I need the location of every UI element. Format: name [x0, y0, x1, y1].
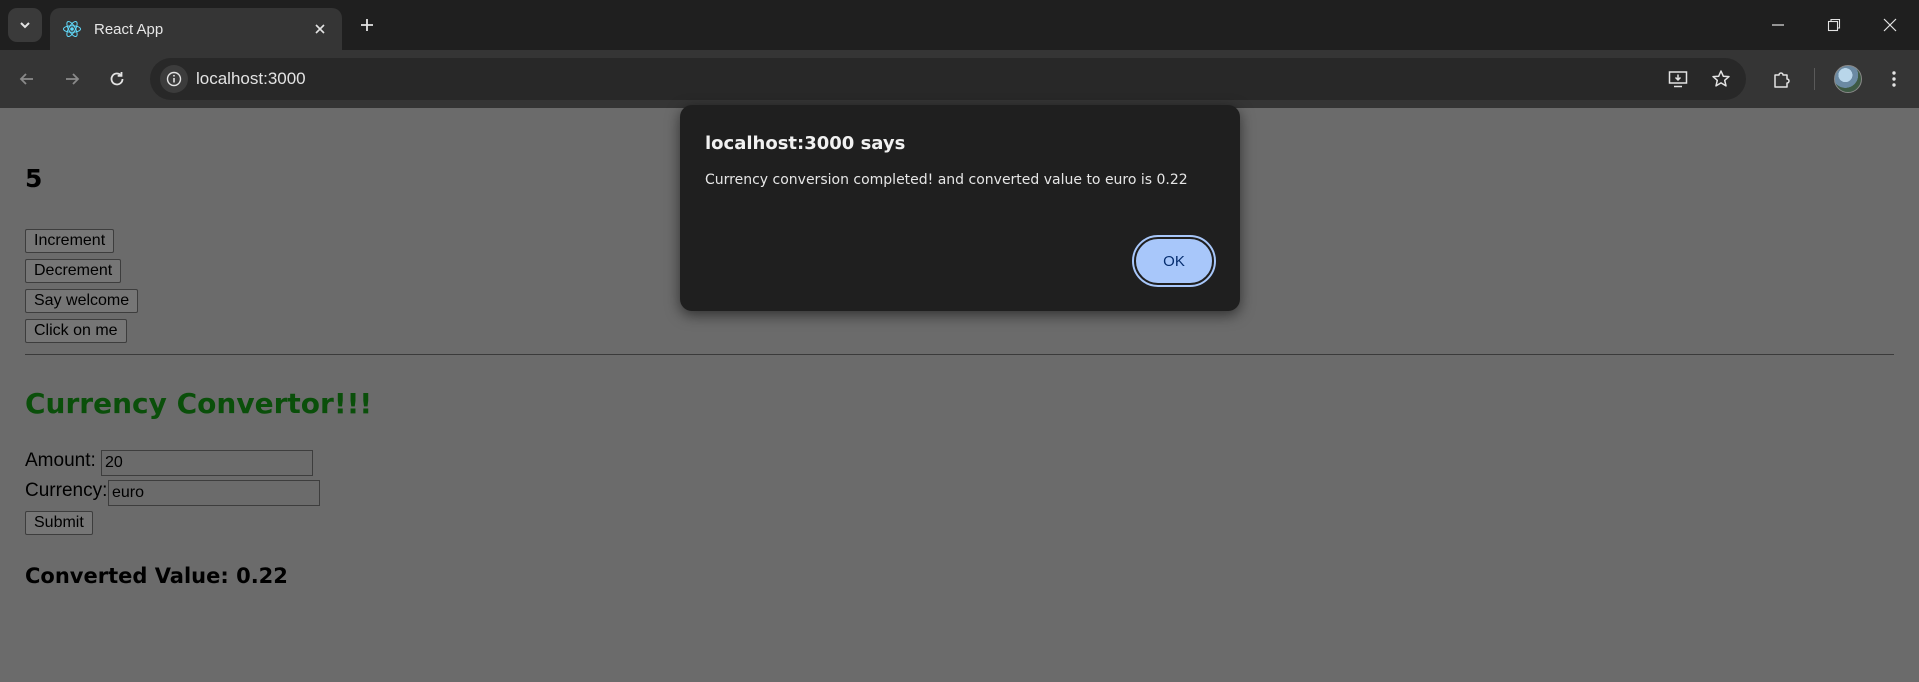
- counter-value: 5: [25, 164, 43, 193]
- install-app-button[interactable]: [1666, 67, 1690, 91]
- submit-button[interactable]: Submit: [25, 511, 93, 535]
- dialog-title: localhost:3000 says: [705, 133, 906, 154]
- decrement-button[interactable]: Decrement: [25, 259, 122, 283]
- arrow-right-icon: [66, 73, 80, 85]
- arrow-left-icon: [19, 73, 33, 85]
- profile-avatar[interactable]: [1834, 65, 1862, 93]
- extensions-button[interactable]: [1767, 64, 1797, 94]
- restore-button[interactable]: [1821, 12, 1847, 38]
- increment-button[interactable]: Increment: [25, 229, 115, 253]
- minimize-button[interactable]: [1765, 12, 1791, 38]
- browser-titlebar: React App: [0, 0, 1919, 50]
- info-icon: [166, 71, 182, 87]
- plus-icon: [361, 19, 373, 31]
- browser-menu-button[interactable]: [1879, 64, 1909, 94]
- kebab-menu-icon: [1892, 71, 1896, 87]
- minimize-icon: [1772, 24, 1784, 26]
- back-button[interactable]: [12, 64, 42, 94]
- currency-input[interactable]: [108, 480, 320, 506]
- address-bar[interactable]: localhost:3000: [150, 58, 1746, 100]
- amount-label: Amount:: [25, 450, 96, 471]
- converted-value: Converted Value: 0.22: [25, 564, 288, 588]
- puzzle-icon: [1774, 72, 1790, 88]
- reload-button[interactable]: [102, 64, 132, 94]
- react-icon: [62, 19, 82, 39]
- install-app-icon: [1668, 71, 1688, 88]
- browser-toolbar: localhost:3000: [0, 50, 1919, 108]
- restore-icon: [1827, 18, 1841, 32]
- new-tab-button[interactable]: [354, 12, 380, 38]
- window-close-button[interactable]: [1877, 12, 1903, 38]
- chevron-down-icon: [20, 22, 30, 29]
- ok-button[interactable]: OK: [1132, 235, 1216, 287]
- site-info-button[interactable]: [160, 65, 188, 93]
- divider: [25, 354, 1894, 355]
- reload-icon: [110, 72, 124, 86]
- bookmark-button[interactable]: [1709, 67, 1733, 91]
- close-icon: [1883, 18, 1897, 32]
- click-on-me-button[interactable]: Click on me: [25, 319, 127, 343]
- star-icon: [1712, 70, 1730, 87]
- tab-search-button[interactable]: [8, 8, 42, 42]
- say-welcome-button[interactable]: Say welcome: [25, 289, 139, 313]
- toolbar-divider: [1814, 68, 1815, 90]
- alert-dialog: localhost:3000 says Currency conversion …: [680, 105, 1240, 311]
- url-text[interactable]: localhost:3000: [196, 69, 306, 89]
- tab-title: React App: [94, 20, 164, 38]
- amount-input[interactable]: [101, 450, 313, 476]
- dialog-message: Currency conversion completed! and conve…: [705, 172, 1188, 188]
- converter-title: Currency Convertor!!!: [25, 387, 373, 420]
- close-icon[interactable]: [310, 19, 330, 39]
- forward-button[interactable]: [57, 64, 87, 94]
- currency-label: Currency:: [25, 480, 108, 501]
- browser-tab[interactable]: React App: [50, 8, 342, 50]
